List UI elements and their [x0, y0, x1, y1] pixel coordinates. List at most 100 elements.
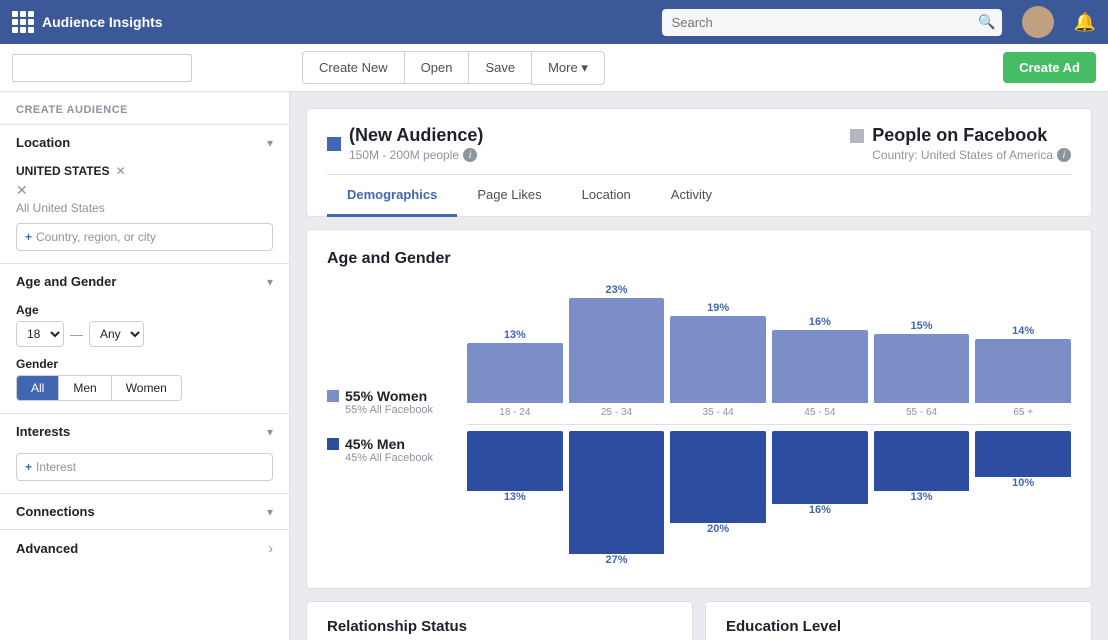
age-to-select[interactable]: Any — [89, 321, 144, 347]
women-pct-label: 19% — [707, 302, 729, 314]
men-sub: 45% All Facebook — [345, 452, 433, 464]
tab-activity[interactable]: Activity — [651, 175, 732, 217]
tab-demographics[interactable]: Demographics — [327, 175, 457, 217]
age-label: 25 - 34 — [601, 407, 632, 418]
age-row: 18 — Any — [16, 321, 273, 347]
bar-group-women-65 +: 14% 65 + — [975, 325, 1071, 418]
age-label: 55 - 64 — [906, 407, 937, 418]
location-input-placeholder: Country, region, or city — [36, 230, 156, 244]
age-dash: — — [70, 327, 83, 342]
women-pct: 55% Women — [345, 388, 433, 404]
tab-location[interactable]: Location — [562, 175, 651, 217]
women-bar — [975, 339, 1071, 403]
education-level-title: Education Level — [726, 618, 1071, 635]
sidebar-connections-header[interactable]: Connections ▾ — [0, 494, 289, 529]
open-button[interactable]: Open — [404, 51, 469, 84]
avatar[interactable] — [1022, 6, 1054, 38]
sidebar-age-gender-content: Age 18 — Any Gender All Men Women — [0, 299, 289, 413]
top-navigation: Audience Insights 🔍 🔔 — [0, 0, 1108, 44]
gender-all-button[interactable]: All — [17, 376, 59, 400]
women-bar — [467, 343, 563, 403]
women-bar — [670, 316, 766, 403]
men-pct-label: 20% — [707, 523, 729, 535]
add-location-button[interactable]: + Country, region, or city — [16, 223, 273, 251]
audience-info: (New Audience) 150M - 200M people i — [349, 125, 483, 162]
toolbar-left — [12, 54, 302, 82]
toolbar: Create New Open Save More ▾ Create Ad — [0, 44, 1108, 92]
info-icon-fb: i — [1057, 148, 1071, 162]
age-from-select[interactable]: 18 — [16, 321, 64, 347]
sidebar-section-age-gender: Age and Gender ▾ Age 18 — Any Gender All — [0, 263, 289, 413]
audience-count: 150M - 200M people i — [349, 148, 483, 162]
bar-group-men-65 +: 10% — [975, 431, 1071, 491]
legend-men: 45% Men 45% All Facebook — [327, 436, 447, 464]
sidebar-section-location: Location ▾ UNITED STATES ✕ ✕ All United … — [0, 124, 289, 263]
audience-name: (New Audience) — [349, 125, 483, 146]
main-layout: CREATE AUDIENCE Location ▾ UNITED STATES… — [0, 92, 1108, 640]
gender-women-button[interactable]: Women — [112, 376, 181, 400]
age-label: 35 - 44 — [703, 407, 734, 418]
bar-group-men-35 - 44: 20% — [670, 431, 766, 537]
bar-group-women-35 - 44: 19% 35 - 44 — [670, 302, 766, 418]
men-bar — [874, 431, 970, 491]
bar-group-men-25 - 34: 27% — [569, 431, 665, 568]
women-pct-label: 14% — [1012, 325, 1034, 337]
women-sub: 55% All Facebook — [345, 404, 433, 416]
bottom-cards: Relationship Status Education Level — [306, 601, 1092, 640]
tab-page-likes[interactable]: Page Likes — [457, 175, 561, 217]
app-logo: Audience Insights — [12, 11, 163, 33]
men-legend-text: 45% Men 45% All Facebook — [345, 436, 433, 464]
search-input[interactable] — [662, 9, 1002, 36]
bar-group-women-25 - 34: 23% 25 - 34 — [569, 284, 665, 418]
gender-men-button[interactable]: Men — [59, 376, 111, 400]
chart-legend: 55% Women 55% All Facebook 45% Men 45% A… — [327, 388, 447, 464]
bar-group-women-55 - 64: 15% 55 - 64 — [874, 320, 970, 418]
add-interest-button[interactable]: + Interest — [16, 453, 273, 481]
bar-group-women-18 - 24: 13% 18 - 24 — [467, 329, 563, 418]
women-pct-label: 15% — [911, 320, 933, 332]
notification-bell-icon[interactable]: 🔔 — [1074, 12, 1096, 33]
men-bar — [467, 431, 563, 491]
people-fb-title: People on Facebook — [872, 125, 1071, 146]
sidebar-advanced-header[interactable]: Advanced › — [0, 530, 289, 566]
search-icon-button[interactable]: 🔍 — [978, 14, 995, 31]
sidebar-interests-content: + Interest — [0, 449, 289, 493]
men-pct: 45% Men — [345, 436, 433, 452]
age-label: 65 + — [1013, 407, 1033, 418]
people-fb-info: People on Facebook Country: United State… — [872, 125, 1071, 162]
plus-icon-interest: + — [25, 460, 32, 474]
chevron-down-icon: ▾ — [267, 136, 273, 150]
location-x-icon[interactable]: ✕ — [16, 182, 273, 199]
audience-name-input[interactable] — [12, 54, 192, 82]
content-area: (New Audience) 150M - 200M people i Peop… — [290, 92, 1108, 640]
audience-header-card: (New Audience) 150M - 200M people i Peop… — [306, 108, 1092, 217]
women-pct-label: 23% — [605, 284, 627, 296]
blue-square-icon — [327, 137, 341, 151]
age-label: 45 - 54 — [804, 407, 835, 418]
bar-group-men-45 - 54: 16% — [772, 431, 868, 518]
sidebar-age-gender-title: Age and Gender — [16, 274, 116, 289]
more-button[interactable]: More ▾ — [531, 51, 605, 85]
create-ad-button[interactable]: Create Ad — [1003, 52, 1096, 83]
gender-field-label: Gender — [16, 357, 273, 371]
chart-title: Age and Gender — [327, 250, 1071, 268]
sidebar-section-connections: Connections ▾ — [0, 493, 289, 529]
search-container: 🔍 — [662, 9, 1002, 36]
women-legend-text: 55% Women 55% All Facebook — [345, 388, 433, 416]
age-label: 18 - 24 — [499, 407, 530, 418]
sidebar-location-header[interactable]: Location ▾ — [0, 125, 289, 160]
people-on-facebook-section: People on Facebook Country: United State… — [850, 125, 1071, 162]
audience-header-top: (New Audience) 150M - 200M people i Peop… — [327, 125, 1071, 162]
remove-country-icon[interactable]: ✕ — [116, 164, 126, 178]
country-label: UNITED STATES — [16, 164, 110, 178]
create-new-button[interactable]: Create New — [302, 51, 404, 84]
women-pct-label: 13% — [504, 329, 526, 341]
men-bar — [670, 431, 766, 523]
sidebar-age-gender-header[interactable]: Age and Gender ▾ — [0, 264, 289, 299]
chevron-right-icon: › — [268, 540, 273, 556]
sidebar-interests-header[interactable]: Interests ▾ — [0, 414, 289, 449]
bar-group-women-45 - 54: 16% 45 - 54 — [772, 316, 868, 418]
sidebar-connections-title: Connections — [16, 504, 95, 519]
women-bar — [569, 298, 665, 403]
save-button[interactable]: Save — [468, 51, 531, 84]
